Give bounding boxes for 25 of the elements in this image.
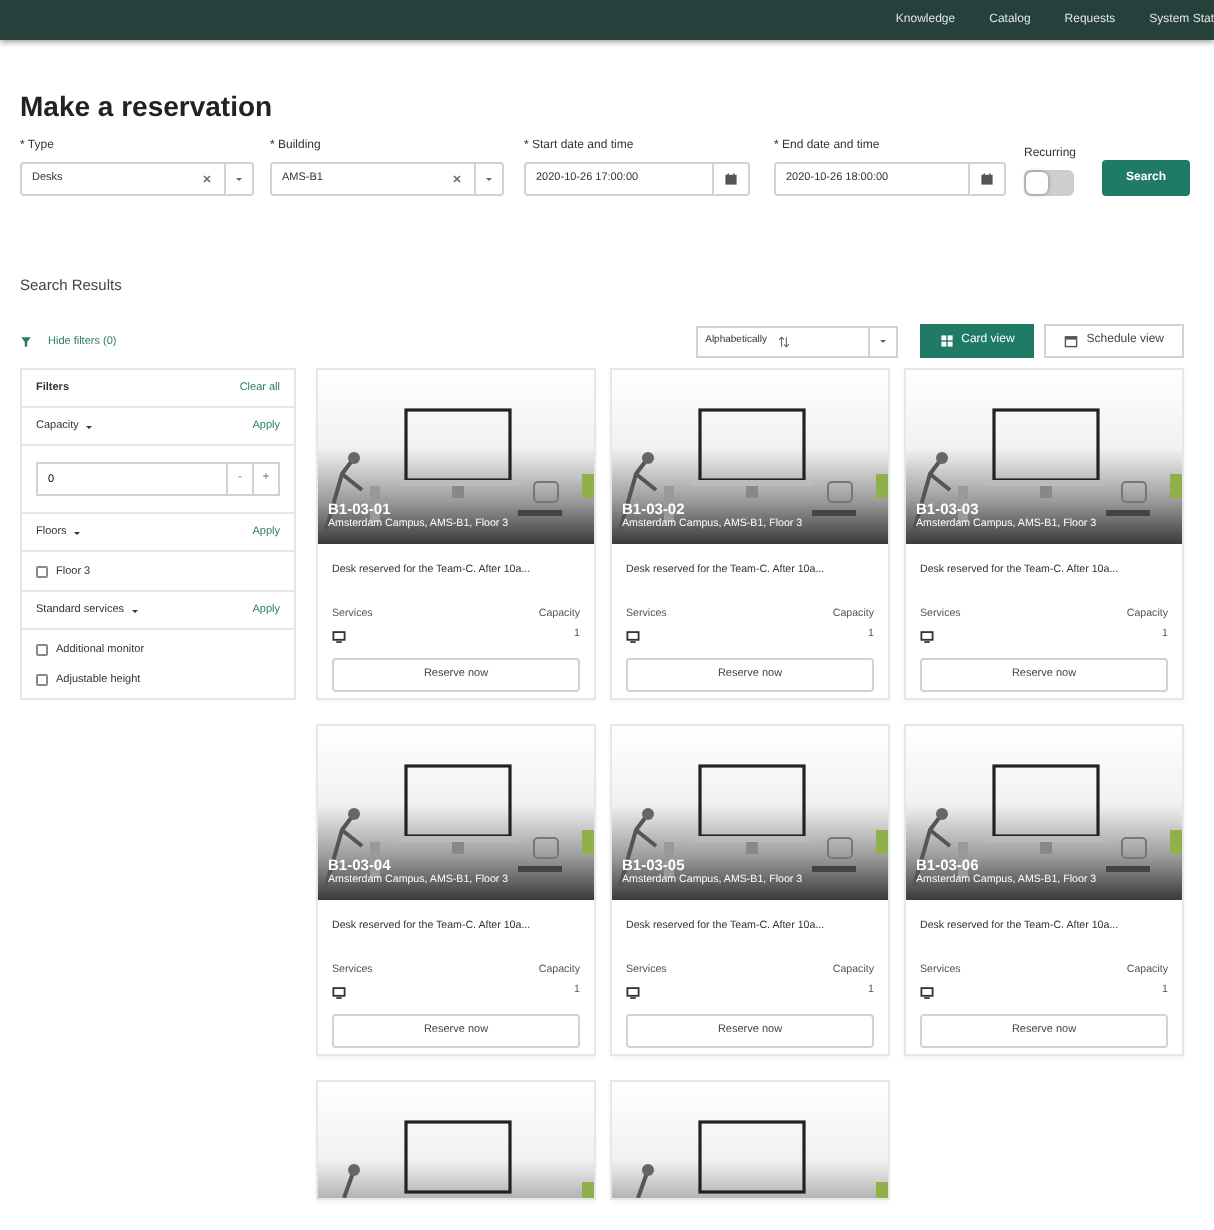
monitor-icon <box>920 985 934 1000</box>
calendar-icon <box>1064 334 1079 349</box>
caret-icon <box>130 605 141 616</box>
clear-icon[interactable] <box>452 174 462 184</box>
monitor-icon <box>332 629 346 644</box>
caret-icon <box>877 336 888 347</box>
sort-icon <box>778 335 791 348</box>
grid-icon <box>939 334 954 349</box>
monitor-icon <box>626 629 640 644</box>
monitor-icon <box>332 985 346 1000</box>
monitor-icon <box>626 985 640 1000</box>
recurring-toggle[interactable] <box>1024 170 1074 196</box>
monitor-icon <box>920 629 934 644</box>
checkbox[interactable] <box>36 643 48 656</box>
caret-icon <box>84 421 95 432</box>
calendar-icon[interactable] <box>724 172 738 186</box>
caret-icon <box>234 174 244 184</box>
clear-icon[interactable] <box>202 174 212 184</box>
filter-icon <box>20 335 32 348</box>
checkbox[interactable] <box>36 565 48 578</box>
calendar-icon[interactable] <box>980 172 994 186</box>
caret-icon <box>484 174 494 184</box>
caret-icon <box>72 527 83 538</box>
page-title: Make a reservation <box>20 92 275 120</box>
checkbox[interactable] <box>36 673 48 686</box>
